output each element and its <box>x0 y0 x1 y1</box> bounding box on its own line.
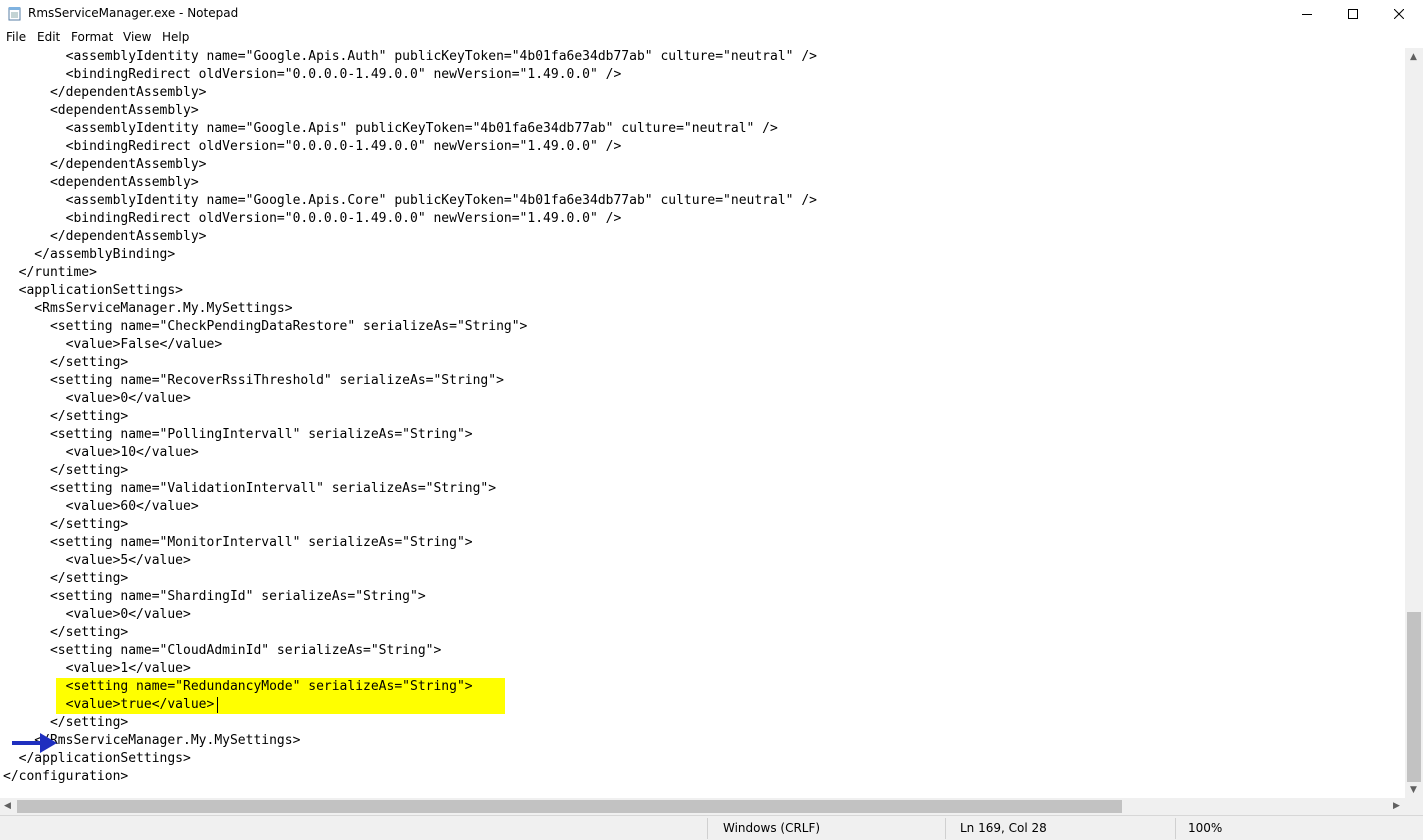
close-button[interactable] <box>1376 0 1422 27</box>
status-line-ending: Windows (CRLF) <box>723 821 821 835</box>
editor-line: <setting name="RecoverRssiThreshold" ser… <box>3 373 504 388</box>
scroll-left-icon[interactable]: ◀ <box>4 801 11 811</box>
status-bar: Windows (CRLF) Ln 169, Col 28 100% <box>0 815 1423 840</box>
vertical-scroll-thumb[interactable] <box>1407 612 1421 782</box>
editor-line: </assemblyBinding> <box>3 247 176 262</box>
editor-line: <setting name="CheckPendingDataRestore" … <box>3 319 528 334</box>
horizontal-scroll-thumb[interactable] <box>17 800 1122 813</box>
blue-arrow-icon <box>12 733 57 753</box>
editor-line: </dependentAssembly> <box>3 229 207 244</box>
editor-line: <value>5</value> <box>3 553 191 568</box>
editor-line: <value>true</value> <box>3 697 215 712</box>
editor-line: </dependentAssembly> <box>3 157 207 172</box>
editor-line: <value>60</value> <box>3 499 199 514</box>
editor-line: <value>False</value> <box>3 337 223 352</box>
editor-line: <setting name="PollingIntervall" seriali… <box>3 427 473 442</box>
status-zoom: 100% <box>1188 821 1223 835</box>
editor-line: <RmsServiceManager.My.MySettings> <box>3 301 293 316</box>
status-cursor-position: Ln 169, Col 28 <box>960 821 1047 835</box>
menu-view[interactable]: View <box>123 30 151 44</box>
editor-line: </setting> <box>3 463 129 478</box>
menu-edit[interactable]: Edit <box>37 30 60 44</box>
editor-line: <bindingRedirect oldVersion="0.0.0.0-1.4… <box>3 67 622 82</box>
menu-help[interactable]: Help <box>162 30 189 44</box>
editor-line: </setting> <box>3 625 129 640</box>
text-caret <box>217 697 218 713</box>
editor-line: <setting name="RedundancyMode" serialize… <box>3 679 473 694</box>
editor-line: <assemblyIdentity name="Google.Apis" pub… <box>3 121 778 136</box>
scrollbar-corner <box>1405 798 1423 815</box>
notepad-icon <box>8 6 22 21</box>
editor-line: </setting> <box>3 409 129 424</box>
editor-line: <bindingRedirect oldVersion="0.0.0.0-1.4… <box>3 211 622 226</box>
editor-line: <applicationSettings> <box>3 283 184 298</box>
status-divider <box>1175 818 1176 839</box>
editor-line: <value>0</value> <box>3 391 191 406</box>
editor-line: <assemblyIdentity name="Google.Apis.Auth… <box>3 49 817 64</box>
text-editor[interactable]: <assemblyIdentity name="Google.Apis.Auth… <box>0 48 1405 798</box>
editor-line: <value>0</value> <box>3 607 191 622</box>
maximize-button[interactable] <box>1330 0 1376 27</box>
editor-line: <dependentAssembly> <box>3 175 199 190</box>
editor-line: <setting name="CloudAdminId" serializeAs… <box>3 643 442 658</box>
scroll-down-icon[interactable]: ▼ <box>1410 785 1417 795</box>
editor-line: <assemblyIdentity name="Google.Apis.Core… <box>3 193 817 208</box>
editor-line: </dependentAssembly> <box>3 85 207 100</box>
scroll-up-icon[interactable]: ▲ <box>1410 52 1417 62</box>
title-bar: RmsServiceManager.exe - Notepad <box>0 0 1423 27</box>
editor-line: </runtime> <box>3 265 97 280</box>
editor-line: <setting name="ShardingId" serializeAs="… <box>3 589 426 604</box>
editor-line: </setting> <box>3 517 129 532</box>
minimize-button[interactable] <box>1284 0 1330 27</box>
menu-bar: File Edit Format View Help <box>0 27 1423 47</box>
editor-line: <setting name="ValidationIntervall" seri… <box>3 481 497 496</box>
scroll-right-icon[interactable]: ▶ <box>1393 801 1400 811</box>
menu-file[interactable]: File <box>6 30 26 44</box>
editor-line: <bindingRedirect oldVersion="0.0.0.0-1.4… <box>3 139 622 154</box>
horizontal-scrollbar[interactable]: ◀ ▶ <box>0 798 1405 815</box>
maximize-icon <box>1348 8 1358 19</box>
status-divider <box>707 818 708 839</box>
editor-line: <dependentAssembly> <box>3 103 199 118</box>
menu-format[interactable]: Format <box>71 30 113 44</box>
window-title: RmsServiceManager.exe - Notepad <box>28 6 239 20</box>
status-divider <box>945 818 946 839</box>
editor-line: <value>1</value> <box>3 661 191 676</box>
vertical-scrollbar[interactable]: ▲ ▼ <box>1405 48 1423 798</box>
close-icon <box>1394 8 1404 19</box>
editor-line: </configuration> <box>3 769 129 784</box>
editor-line: </setting> <box>3 571 129 586</box>
editor-line: <setting name="MonitorIntervall" seriali… <box>3 535 473 550</box>
editor-line: </setting> <box>3 355 129 370</box>
editor-line: <value>10</value> <box>3 445 199 460</box>
minimize-icon <box>1302 13 1312 15</box>
